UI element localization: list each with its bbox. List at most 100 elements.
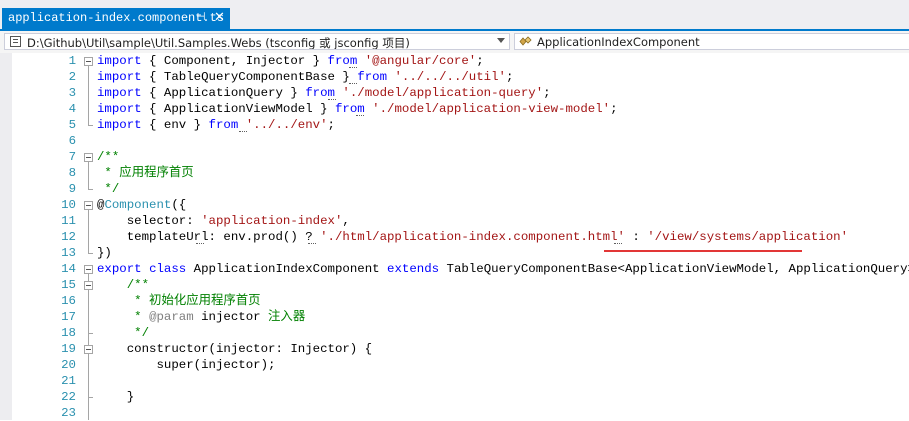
code-token: : bbox=[624, 230, 648, 244]
code-line[interactable]: 23 bbox=[0, 405, 909, 421]
code-text: }) bbox=[97, 245, 112, 261]
code-line[interactable]: 11 selector: 'application-index', bbox=[0, 213, 909, 229]
code-text: * @param injector 注入器 bbox=[97, 309, 305, 325]
code-token: , bbox=[342, 214, 350, 228]
code-text: import { env } from '../../env'; bbox=[97, 117, 335, 133]
code-editor[interactable]: 1 import { Component, Injector } from '@a… bbox=[0, 53, 909, 420]
code-token: '../../../util' bbox=[394, 70, 506, 84]
code-token: * 应用程序首页 bbox=[97, 166, 194, 180]
document-tab-active[interactable]: application-index.component.ts ⊣ ✕ bbox=[2, 8, 230, 30]
line-number: 11 bbox=[61, 214, 76, 228]
code-line[interactable]: 8 * 应用程序首页 bbox=[0, 165, 909, 181]
code-line[interactable]: 6 bbox=[0, 133, 909, 149]
suggestion-squiggle bbox=[349, 83, 357, 84]
code-line[interactable]: 5 import { env } from '../../env'; bbox=[0, 117, 909, 133]
code-text: import { TableQueryComponentBase } from … bbox=[97, 69, 513, 85]
tab-title: application-index.component.ts bbox=[8, 11, 225, 25]
code-text: */ bbox=[97, 181, 119, 197]
code-token: /** bbox=[97, 150, 120, 164]
code-line[interactable]: 15 /** bbox=[0, 277, 909, 293]
project-dropdown[interactable]: D:\Github\Util\sample\Util.Samples.Webs … bbox=[4, 33, 510, 50]
code-token: import bbox=[97, 70, 142, 84]
code-line[interactable]: 22 } bbox=[0, 389, 909, 405]
suggestion-squiggle bbox=[328, 99, 336, 100]
code-text: export class ApplicationIndexComponent e… bbox=[97, 261, 909, 277]
code-token: extends bbox=[387, 262, 440, 276]
line-number: 18 bbox=[61, 326, 76, 340]
code-token: ; bbox=[610, 102, 618, 116]
code-line[interactable]: 3 import { ApplicationQuery } from './mod… bbox=[0, 85, 909, 101]
code-text: selector: 'application-index', bbox=[97, 213, 350, 229]
code-line[interactable]: 9 */ bbox=[0, 181, 909, 197]
code-token: { Component, Injector } bbox=[141, 54, 328, 68]
suggestion-squiggle bbox=[356, 115, 364, 116]
line-number: 2 bbox=[68, 70, 76, 84]
line-number: 4 bbox=[68, 102, 76, 116]
code-token: import bbox=[97, 102, 142, 116]
chevron-down-icon[interactable] bbox=[497, 38, 505, 43]
pin-icon[interactable]: ⊣ bbox=[196, 11, 206, 25]
line-number: 15 bbox=[61, 278, 76, 292]
code-line[interactable]: 2 import { TableQueryComponentBase } from… bbox=[0, 69, 909, 85]
code-line[interactable]: 19 constructor(injector: Injector) { bbox=[0, 341, 909, 357]
code-token: injector bbox=[193, 310, 269, 324]
code-line[interactable]: 20 super(injector); bbox=[0, 357, 909, 373]
code-token: './model/application-query' bbox=[342, 86, 544, 100]
code-token: '../../env' bbox=[245, 118, 328, 132]
code-token: { TableQueryComponentBase } bbox=[141, 70, 358, 84]
code-text: } bbox=[97, 389, 134, 405]
code-token: import bbox=[97, 118, 142, 132]
line-number: 22 bbox=[61, 390, 76, 404]
code-text: * 初始化应用程序首页 bbox=[97, 293, 261, 309]
code-token: * 初始化应用程序首页 bbox=[97, 294, 261, 308]
code-text: */ bbox=[97, 325, 149, 341]
line-number: 16 bbox=[61, 294, 76, 308]
line-number: 8 bbox=[68, 166, 76, 180]
code-token: @param bbox=[149, 310, 194, 324]
code-line[interactable]: 16 * 初始化应用程序首页 bbox=[0, 293, 909, 309]
code-text: import { Component, Injector } from '@an… bbox=[97, 53, 484, 69]
code-line[interactable]: 14 export class ApplicationIndexComponent… bbox=[0, 261, 909, 277]
line-number: 10 bbox=[61, 198, 76, 212]
code-token: ; bbox=[543, 86, 551, 100]
code-text: super(injector); bbox=[97, 357, 275, 373]
project-dropdown-value: D:\Github\Util\sample\Util.Samples.Webs … bbox=[27, 36, 410, 50]
document-tab-strip: application-index.component.ts ⊣ ✕ bbox=[0, 0, 909, 31]
code-text: * 应用程序首页 bbox=[97, 165, 194, 181]
type-scope-dropdown[interactable]: ApplicationIndexComponent bbox=[514, 33, 909, 50]
code-token: ; bbox=[327, 118, 335, 132]
suggestion-squiggle bbox=[239, 131, 247, 132]
type-scope-value: ApplicationIndexComponent bbox=[537, 35, 700, 49]
code-line[interactable]: 12 templateUrl: env.prod() ? './html/app… bbox=[0, 229, 909, 245]
code-token: TableQueryComponentBase<ApplicationViewM… bbox=[439, 262, 909, 276]
code-token: 'application-index' bbox=[201, 214, 343, 228]
code-token: from bbox=[357, 70, 388, 84]
code-token: ; bbox=[476, 54, 484, 68]
code-token: { env } bbox=[141, 118, 209, 132]
code-line[interactable]: 17 * @param injector 注入器 bbox=[0, 309, 909, 325]
code-line[interactable]: 10 @Component({ bbox=[0, 197, 909, 213]
navigation-bar: D:\Github\Util\sample\Util.Samples.Webs … bbox=[0, 31, 909, 54]
line-number: 17 bbox=[61, 310, 76, 324]
code-token: { ApplicationQuery } bbox=[141, 86, 306, 100]
code-token: ({ bbox=[171, 198, 187, 212]
code-line[interactable]: 18 */ bbox=[0, 325, 909, 341]
line-number: 21 bbox=[61, 374, 76, 388]
code-line[interactable]: 13}) bbox=[0, 245, 909, 261]
close-icon[interactable]: ✕ bbox=[214, 11, 225, 25]
code-text: /** bbox=[97, 277, 149, 293]
code-token: */ bbox=[97, 182, 120, 196]
highlight-underline bbox=[604, 250, 802, 252]
code-token: super(injector); bbox=[97, 358, 276, 372]
code-token: */ bbox=[97, 326, 150, 340]
code-token: Component bbox=[104, 198, 172, 212]
code-token: from bbox=[305, 86, 335, 100]
code-line[interactable]: 7 /** bbox=[0, 149, 909, 165]
line-number: 1 bbox=[68, 54, 76, 68]
code-token: '@angular/core' bbox=[364, 54, 477, 68]
code-line[interactable]: 21 bbox=[0, 373, 909, 389]
code-line[interactable]: 1 import { Component, Injector } from '@a… bbox=[0, 53, 909, 69]
code-line[interactable]: 4 import { ApplicationViewModel } from '.… bbox=[0, 101, 909, 117]
